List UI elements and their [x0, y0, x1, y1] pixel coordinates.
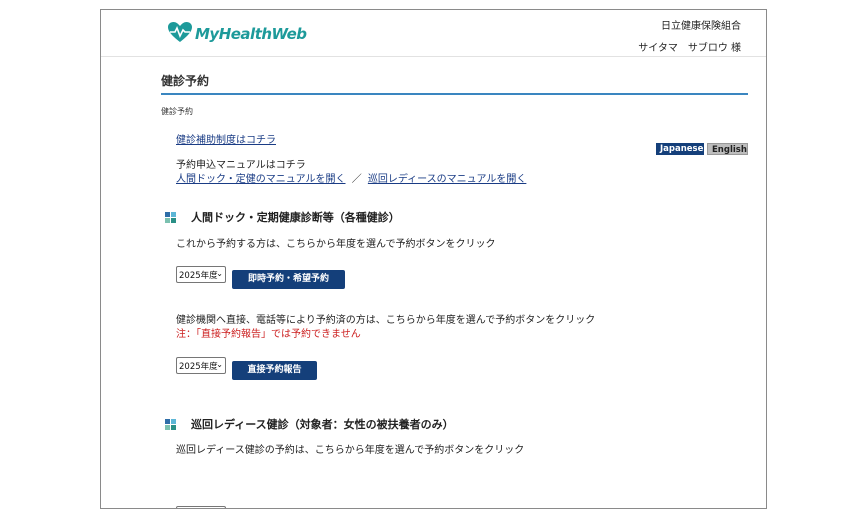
site-header: MyHealthWeb 日立健康保険組合 サイタマ サブロウ 様 — [101, 10, 766, 57]
year-select-value: 2025年度 — [179, 362, 218, 372]
logo-text: MyHealthWeb — [195, 25, 307, 43]
section-heading-ladies: 巡回レディース健診（対象者：女性の被扶養者のみ） — [165, 416, 454, 432]
manual-heading: 予約申込マニュアルはコチラ — [176, 160, 306, 171]
year-select-instant[interactable]: 2025年度 ⌄ — [176, 266, 226, 283]
heart-logo-icon — [167, 21, 193, 47]
section-heading-text: 巡回レディース健診（対象者：女性の被扶養者のみ） — [191, 418, 454, 431]
reservation-description: これから予約する方は、こちらから年度を選んで予約ボタンをクリック — [176, 239, 496, 250]
section-heading-dock: 人間ドック・定期健康診断等（各種健診） — [165, 209, 400, 225]
subsidy-link[interactable]: 健診補助制度はコチラ — [176, 131, 276, 146]
english-language-button[interactable]: English — [707, 143, 748, 155]
section-heading-text: 人間ドック・定期健康診断等（各種健診） — [191, 211, 400, 224]
section-square-icon — [165, 211, 176, 223]
direct-report-note: 注：「直接予約報告」では予約できません — [176, 329, 361, 340]
site-logo[interactable]: MyHealthWeb — [167, 22, 307, 46]
japanese-language-button[interactable]: Japanese — [656, 143, 704, 155]
organization-name: 日立健康保険組合 — [661, 21, 741, 32]
breadcrumb: 健診予約 — [161, 107, 193, 116]
year-select-ladies[interactable] — [176, 506, 226, 508]
direct-report-button[interactable]: 直接予約報告 — [232, 361, 317, 380]
year-select-direct[interactable]: 2025年度 ⌄ — [176, 357, 226, 374]
instant-reservation-button[interactable]: 即時予約・希望予約 — [232, 270, 345, 289]
chevron-down-icon: ⌄ — [216, 269, 223, 278]
chevron-down-icon: ⌄ — [216, 360, 223, 369]
page-title-text: 健診予約 — [161, 74, 210, 88]
year-select-value: 2025年度 — [179, 271, 218, 281]
link-separator: ／ — [351, 174, 362, 185]
section-square-icon — [165, 418, 176, 430]
manual-links-row: 人間ドック・定健のマニュアルを開く ／ 巡回レディースのマニュアルを開く — [176, 170, 526, 185]
ladies-description: 巡回レディース健診の予約は、こちらから年度を選んで予約ボタンをクリック — [176, 445, 525, 456]
ladies-manual-link[interactable]: 巡回レディースのマニュアルを開く — [368, 174, 527, 185]
user-name: サイタマ サブロウ 様 — [638, 43, 741, 54]
direct-report-description: 健診機関へ直接、電話等により予約済の方は、こちらから年度を選んで予約ボタンをクリ… — [176, 315, 596, 326]
dock-manual-link[interactable]: 人間ドック・定健のマニュアルを開く — [176, 174, 346, 185]
page-title: 健診予約 — [161, 72, 748, 95]
browser-page-frame: MyHealthWeb 日立健康保険組合 サイタマ サブロウ 様 健診予約 健診… — [100, 9, 767, 509]
